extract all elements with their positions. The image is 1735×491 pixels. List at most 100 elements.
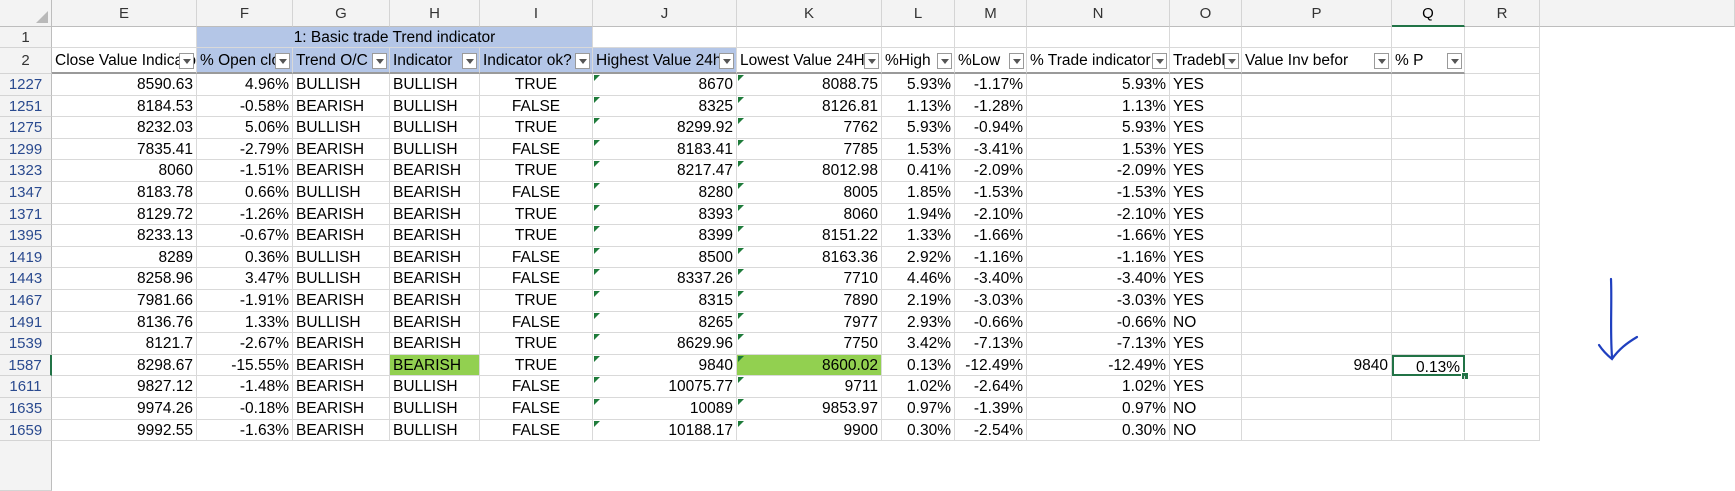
cell-o1275[interactable]: YES [1170,117,1242,139]
cell-m1443[interactable]: -3.40% [955,268,1027,290]
cell-m1371[interactable]: -2.10% [955,203,1027,226]
cell-p1227[interactable] [1242,74,1392,96]
spreadsheet-grid[interactable]: E F G H I J K L M N O P Q R 1 1: Basic trade Trend indi… [0,0,1735,491]
cell-q1419[interactable] [1392,246,1465,269]
cell-h1443[interactable]: BEARISH [390,268,480,290]
filter-dropdown-g-icon[interactable] [372,53,387,69]
cell-h1491[interactable]: BEARISH [390,311,480,334]
cell-l1659[interactable]: 0.30% [882,419,955,442]
cell-l1323[interactable]: 0.41% [882,160,955,182]
filter-dropdown-q-icon[interactable] [1447,53,1462,69]
row-header-1395[interactable]: 1395 [0,225,52,247]
cell-m1227[interactable]: -1.17% [955,74,1027,96]
cell-e1395[interactable]: 8233.13 [52,225,197,247]
cell-f1323[interactable]: -1.51% [197,160,293,182]
cell-o1395[interactable]: YES [1170,225,1242,247]
cell-n1347[interactable]: -1.53% [1027,182,1170,204]
cell-p1299[interactable] [1242,138,1392,161]
cell-f1467[interactable]: -1.91% [197,290,293,312]
cell-r1395[interactable] [1465,225,1540,247]
cell-o1323[interactable]: YES [1170,160,1242,182]
cell-k1539[interactable]: 7750 [737,333,882,355]
cell-h1371[interactable]: BEARISH [390,203,480,226]
cell-n1491[interactable]: -0.66% [1027,311,1170,334]
cell-o1659[interactable]: NO [1170,419,1242,442]
cell-k1659[interactable]: 9900 [737,419,882,442]
row-header-1347[interactable]: 1347 [0,182,52,204]
cell-p1491[interactable] [1242,311,1392,334]
cell-g1635[interactable]: BEARISH [293,398,390,420]
cell-e1443[interactable]: 8258.96 [52,268,197,290]
cell-g1467[interactable]: BEARISH [293,290,390,312]
row-header-partial[interactable] [0,441,52,491]
cell-h1251[interactable]: BULLISH [390,95,480,118]
cell-j1[interactable] [593,27,737,48]
cell-l1[interactable] [882,27,955,48]
cell-o1299[interactable]: YES [1170,138,1242,161]
cell-f1227[interactable]: 4.96% [197,74,293,96]
row-header-1539[interactable]: 1539 [0,333,52,355]
cell-i1491[interactable]: FALSE [480,311,593,334]
header-cell-k[interactable]: Lowest Value 24H [737,48,882,74]
cell-j1323[interactable]: 8217.47 [593,160,737,182]
cell-o1419[interactable]: YES [1170,246,1242,269]
cell-e1299[interactable]: 7835.41 [52,138,197,161]
cell-o1587[interactable]: YES [1170,354,1242,377]
cell-p1659[interactable] [1242,419,1392,442]
cell-j1659[interactable]: 10188.17 [593,419,737,442]
cell-q1323[interactable] [1392,160,1465,182]
header-cell-e[interactable]: Close Value Indicato [52,48,197,74]
cell-m1251[interactable]: -1.28% [955,95,1027,118]
cell-j1227[interactable]: 8670 [593,74,737,96]
cell-g1299[interactable]: BEARISH [293,138,390,161]
cell-p1467[interactable] [1242,290,1392,312]
filter-dropdown-j-icon[interactable] [719,53,734,69]
cell-r1347[interactable] [1465,182,1540,204]
cell-r1371[interactable] [1465,203,1540,226]
cell-n1299[interactable]: 1.53% [1027,138,1170,161]
cell-g1323[interactable]: BEARISH [293,160,390,182]
filter-dropdown-h-icon[interactable] [462,53,477,69]
cell-j1275[interactable]: 8299.92 [593,117,737,139]
cell-l1611[interactable]: 1.02% [882,376,955,398]
cell-n1419[interactable]: -1.16% [1027,246,1170,269]
cell-m1635[interactable]: -1.39% [955,398,1027,420]
cell-e1539[interactable]: 8121.7 [52,333,197,355]
cell-g1371[interactable]: BEARISH [293,203,390,226]
cell-m1611[interactable]: -2.64% [955,376,1027,398]
cell-k1467[interactable]: 7890 [737,290,882,312]
cell-m1323[interactable]: -2.09% [955,160,1027,182]
cell-i1611[interactable]: FALSE [480,376,593,398]
cell-h1347[interactable]: BEARISH [390,182,480,204]
cell-k1635[interactable]: 9853.97 [737,398,882,420]
cell-l1419[interactable]: 2.92% [882,246,955,269]
cell-o1443[interactable]: YES [1170,268,1242,290]
cell-j1539[interactable]: 8629.96 [593,333,737,355]
cell-q1227[interactable] [1392,74,1465,96]
cell-p1443[interactable] [1242,268,1392,290]
cell-e1659[interactable]: 9992.55 [52,419,197,442]
cell-o1[interactable] [1170,27,1242,48]
row-header-1275[interactable]: 1275 [0,117,52,139]
cell-p1611[interactable] [1242,376,1392,398]
cell-e1275[interactable]: 8232.03 [52,117,197,139]
cell-h1539[interactable]: BEARISH [390,333,480,355]
cell-j1299[interactable]: 8183.41 [593,138,737,161]
cell-p1587[interactable]: 9840 [1242,354,1392,377]
cell-l1539[interactable]: 3.42% [882,333,955,355]
cell-q1395[interactable] [1392,225,1465,247]
cell-f1275[interactable]: 5.06% [197,117,293,139]
cell-r1587[interactable] [1465,354,1540,377]
cell-r1299[interactable] [1465,138,1540,161]
cell-g1587[interactable]: BEARISH [293,354,390,377]
cell-n1611[interactable]: 1.02% [1027,376,1170,398]
cell-e1323[interactable]: 8060 [52,160,197,182]
cell-m1[interactable] [955,27,1027,48]
cell-f1371[interactable]: -1.26% [197,203,293,226]
filter-dropdown-e-icon[interactable] [179,53,194,69]
cell-i1587[interactable]: TRUE [480,354,593,377]
cell-l1395[interactable]: 1.33% [882,225,955,247]
filter-dropdown-o-icon[interactable] [1224,53,1239,69]
cell-e1227[interactable]: 8590.63 [52,74,197,96]
cell-f1299[interactable]: -2.79% [197,138,293,161]
